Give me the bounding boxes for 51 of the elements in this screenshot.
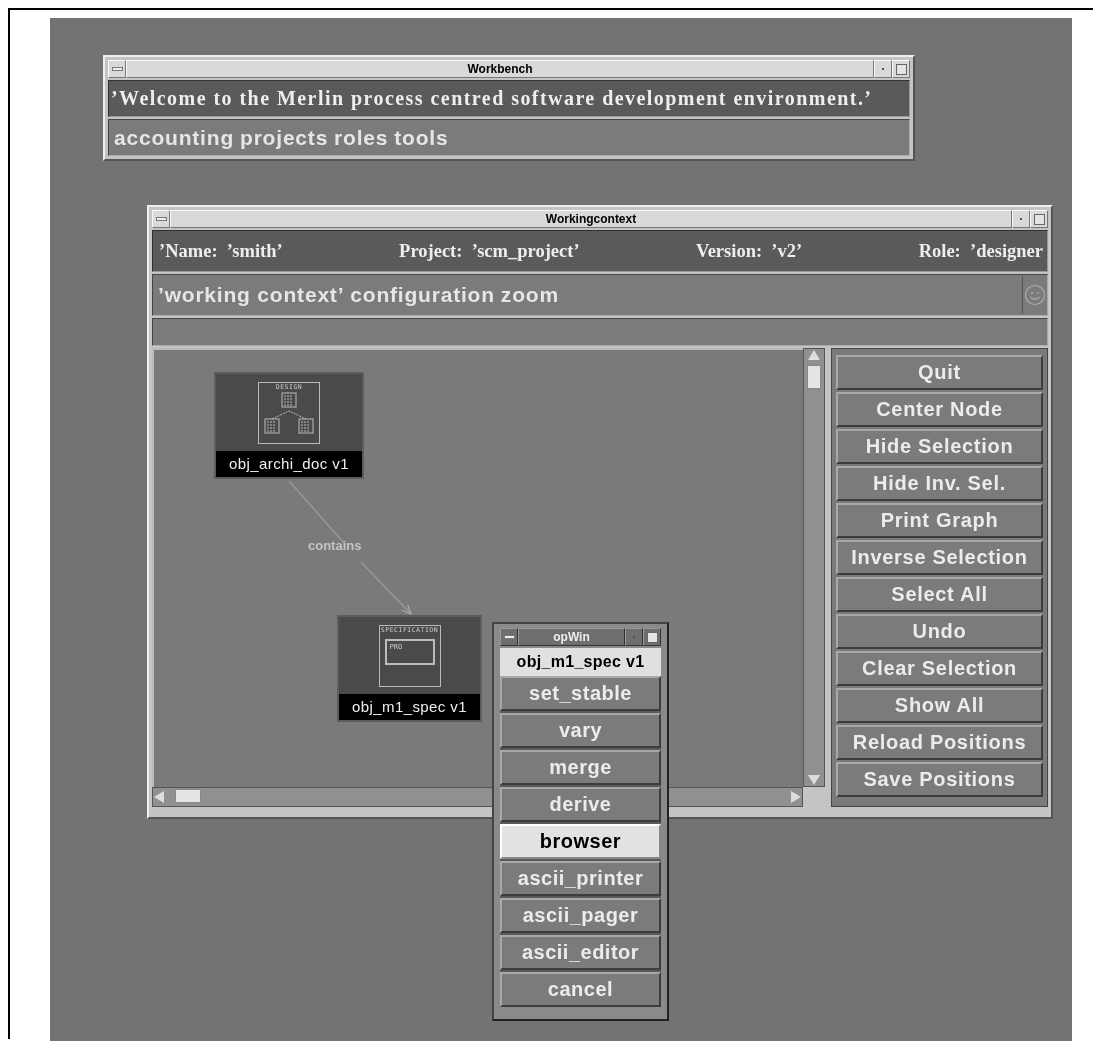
command-button[interactable]: Clear Selection <box>836 651 1043 686</box>
command-button[interactable]: Quit <box>836 355 1043 390</box>
maximize-button[interactable] <box>643 628 661 646</box>
menu-item[interactable]: accounting <box>114 125 234 150</box>
command-button[interactable]: Print Graph <box>836 503 1043 538</box>
down-arrow-icon[interactable] <box>807 774 821 786</box>
menu-item[interactable]: ’working context’ <box>158 283 345 307</box>
command-button[interactable]: Select All <box>836 577 1043 612</box>
menu-item[interactable]: projects <box>240 125 329 150</box>
edge-label: contains <box>308 538 362 553</box>
up-arrow-icon[interactable] <box>807 349 821 361</box>
node-label: obj_archi_doc v1 <box>216 451 362 477</box>
object-name: obj_m1_spec v1 <box>500 648 661 676</box>
command-button[interactable]: Hide Inv. Sel. <box>836 466 1043 501</box>
welcome-message: ’Welcome to the Merlin process centred software development environment.’ <box>108 80 910 117</box>
window-title: Workingcontext <box>170 210 1012 228</box>
menu-item[interactable]: tools <box>394 125 449 150</box>
operation-button[interactable]: cancel <box>500 972 661 1007</box>
operation-button[interactable]: derive <box>500 787 661 822</box>
command-button[interactable]: Hide Selection <box>836 429 1043 464</box>
context-field: Project: ’scm_project’ <box>399 240 580 262</box>
operation-button[interactable]: ascii_printer <box>500 861 661 896</box>
command-button[interactable]: Reload Positions <box>836 725 1043 760</box>
left-arrow-icon[interactable] <box>153 790 165 804</box>
operation-button[interactable]: browser <box>500 824 661 859</box>
window-title: opWin <box>518 628 625 646</box>
minimize-button[interactable] <box>625 628 643 646</box>
scroll-thumb[interactable] <box>807 365 821 389</box>
scroll-thumb[interactable] <box>175 789 201 803</box>
operation-button[interactable]: merge <box>500 750 661 785</box>
menu-item[interactable]: configuration <box>350 283 495 307</box>
command-button[interactable]: Save Positions <box>836 762 1043 797</box>
context-field: Role: ’designer <box>918 240 1043 262</box>
window-title: Workbench <box>126 60 874 78</box>
menu-item[interactable]: zoom <box>500 283 559 307</box>
right-arrow-icon[interactable] <box>790 790 802 804</box>
command-button[interactable]: Show All <box>836 688 1043 723</box>
node-label: obj_m1_spec v1 <box>339 694 480 720</box>
context-field: ’Name: ’smith’ <box>159 240 283 262</box>
command-button[interactable]: Undo <box>836 614 1043 649</box>
command-button[interactable]: Inverse Selection <box>836 540 1043 575</box>
operation-button[interactable]: ascii_pager <box>500 898 661 933</box>
operation-button[interactable]: set_stable <box>500 676 661 711</box>
command-button[interactable]: Center Node <box>836 392 1043 427</box>
operation-button[interactable]: vary <box>500 713 661 748</box>
window-menu-button[interactable] <box>500 628 518 646</box>
vertical-scrollbar[interactable] <box>803 348 825 787</box>
operation-button[interactable]: ascii_editor <box>500 935 661 970</box>
context-field: Version: ’v2’ <box>696 240 803 262</box>
menu-item[interactable]: roles <box>334 125 389 150</box>
smiley-icon <box>1022 276 1047 314</box>
